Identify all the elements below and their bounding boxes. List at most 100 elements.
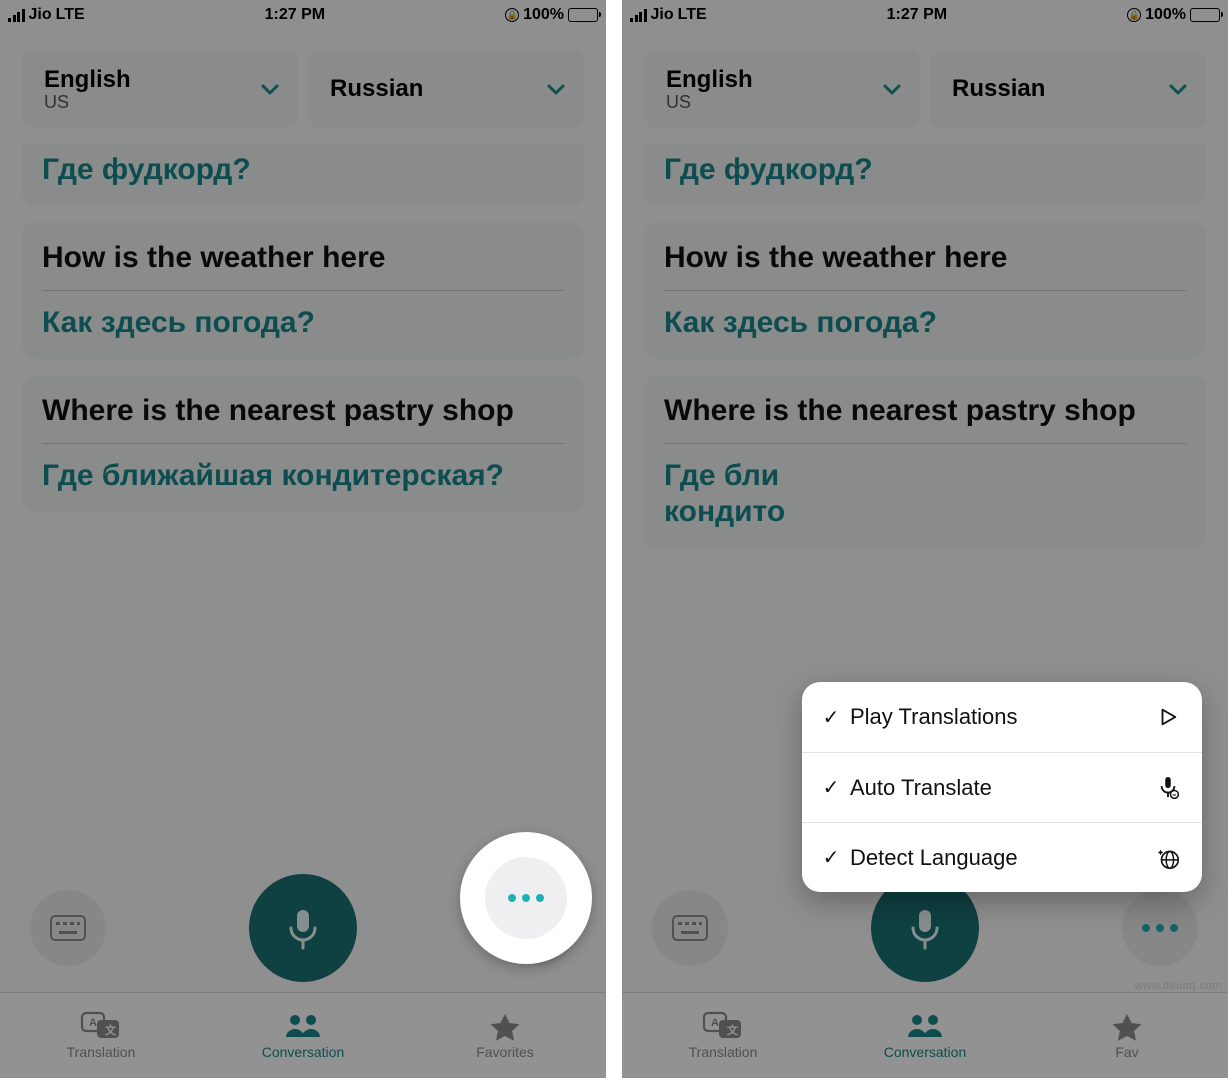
network-label: LTE [678,6,707,24]
microphone-button[interactable] [249,874,357,982]
target-language-button[interactable]: Russian [308,50,584,128]
status-bar: Jio LTE 1:27 PM 🔒 100% [622,0,1228,28]
network-label: LTE [56,6,85,24]
star-icon [484,1011,526,1041]
translation-target: Где бли кондито [664,458,1186,530]
translation-icon: A 文 [702,1011,744,1041]
phone-divider [606,0,622,1078]
popover-label: Auto Translate [850,775,1154,801]
translation-target: Как здесь погода? [664,305,1186,341]
translation-target: Где фудкорд? [664,152,1186,188]
status-bar: Jio LTE 1:27 PM 🔒 100% [0,0,606,28]
svg-text:文: 文 [105,1023,117,1037]
source-language-button[interactable]: English US [644,50,920,128]
chevron-down-icon [1166,77,1190,101]
translation-source: How is the weather here [664,240,1186,276]
translation-source: How is the weather here [42,240,564,276]
popover-label: Detect Language [850,845,1154,871]
tab-conversation[interactable]: Conversation [202,993,404,1078]
mic-auto-icon: ∞ [1154,774,1182,802]
svg-text:A: A [89,1017,97,1029]
tab-conversation[interactable]: Conversation [824,993,1026,1078]
tab-label: Translation [67,1044,136,1060]
more-button[interactable] [1122,890,1198,966]
more-button-highlight[interactable] [460,832,592,964]
source-language-button[interactable]: English US [22,50,298,128]
rotation-lock-icon: 🔒 [505,8,519,22]
chevron-down-icon [258,77,282,101]
conversation-icon [282,1011,324,1041]
popover-label: Play Translations [850,704,1154,730]
phone-right: Jio LTE 1:27 PM 🔒 100% English US Russia… [622,0,1228,1078]
clock: 1:27 PM [707,6,1127,24]
translation-card[interactable]: Where is the nearest pastry shop Где бли… [644,375,1206,548]
popover-item-auto-translate[interactable]: ✓ Auto Translate ∞ [802,752,1202,822]
rotation-lock-icon: 🔒 [1127,8,1141,22]
language-selector-bar: English US Russian [0,28,606,136]
clock: 1:27 PM [85,6,505,24]
popover-item-play-translations[interactable]: ✓ Play Translations [802,682,1202,752]
tab-translation[interactable]: A 文 Translation [0,993,202,1078]
target-language-button[interactable]: Russian [930,50,1206,128]
conversation-list[interactable]: Где фудкорд? How is the weather here Как… [0,136,606,538]
tab-label: Favorites [476,1044,534,1060]
svg-text:A: A [711,1017,719,1029]
source-language-sub: US [44,92,131,113]
battery-percent: 100% [1145,6,1186,24]
star-icon [1106,1011,1148,1041]
target-language-name: Russian [330,75,423,103]
carrier-label: Jio [29,6,52,24]
more-options-popover: ✓ Play Translations ✓ Auto Translate ∞ ✓ [802,682,1202,892]
keyboard-button[interactable] [30,890,106,966]
keyboard-icon [50,915,86,941]
translation-card[interactable]: How is the weather here Как здесь погода… [644,222,1206,359]
translation-card[interactable]: Где фудкорд? [644,144,1206,206]
translation-card[interactable]: How is the weather here Как здесь погода… [22,222,584,359]
translation-card[interactable]: Where is the nearest pastry shop Где бли… [22,375,584,512]
translation-target: Как здесь погода? [42,305,564,341]
check-icon: ✓ [818,845,844,870]
svg-text:文: 文 [727,1023,739,1037]
tab-label: Conversation [262,1044,345,1060]
tab-bar: A 文 Translation Conversation Favorites [0,992,606,1078]
battery-icon [568,8,598,22]
signal-icon [630,8,647,22]
microphone-icon [901,904,949,952]
translation-target: Где фудкорд? [42,152,564,188]
tab-favorites[interactable]: Fav [1026,993,1228,1078]
tab-bar: A 文 Translation Conversation Fav [622,992,1228,1078]
translation-card[interactable]: Где фудкорд? [22,144,584,206]
keyboard-icon [672,915,708,941]
target-language-name: Russian [952,75,1045,103]
language-selector-bar: English US Russian [622,28,1228,136]
battery-percent: 100% [523,6,564,24]
chevron-down-icon [880,77,904,101]
svg-text:∞: ∞ [1172,792,1176,798]
microphone-icon [279,904,327,952]
keyboard-button[interactable] [652,890,728,966]
play-icon [1154,703,1182,731]
carrier-label: Jio [651,6,674,24]
popover-item-detect-language[interactable]: ✓ Detect Language [802,822,1202,892]
translation-target: Где ближайшая кондитерская? [42,458,564,494]
translation-source: Where is the nearest pastry shop [42,393,564,429]
tab-favorites[interactable]: Favorites [404,993,606,1078]
source-language-name: English [666,66,753,94]
conversation-icon [904,1011,946,1041]
tab-label: Translation [689,1044,758,1060]
signal-icon [8,8,25,22]
check-icon: ✓ [818,775,844,800]
ellipsis-icon [1142,924,1178,932]
check-icon: ✓ [818,705,844,730]
tab-label: Conversation [884,1044,967,1060]
translation-source: Where is the nearest pastry shop [664,393,1186,429]
watermark: www.deuaq.com [1135,980,1222,992]
tab-translation[interactable]: A 文 Translation [622,993,824,1078]
chevron-down-icon [544,77,568,101]
translation-icon: A 文 [80,1011,122,1041]
tab-label: Fav [1115,1044,1138,1060]
globe-sparkle-icon [1154,844,1182,872]
ellipsis-icon [508,894,544,902]
conversation-list[interactable]: Где фудкорд? How is the weather here Как… [622,136,1228,574]
battery-icon [1190,8,1220,22]
